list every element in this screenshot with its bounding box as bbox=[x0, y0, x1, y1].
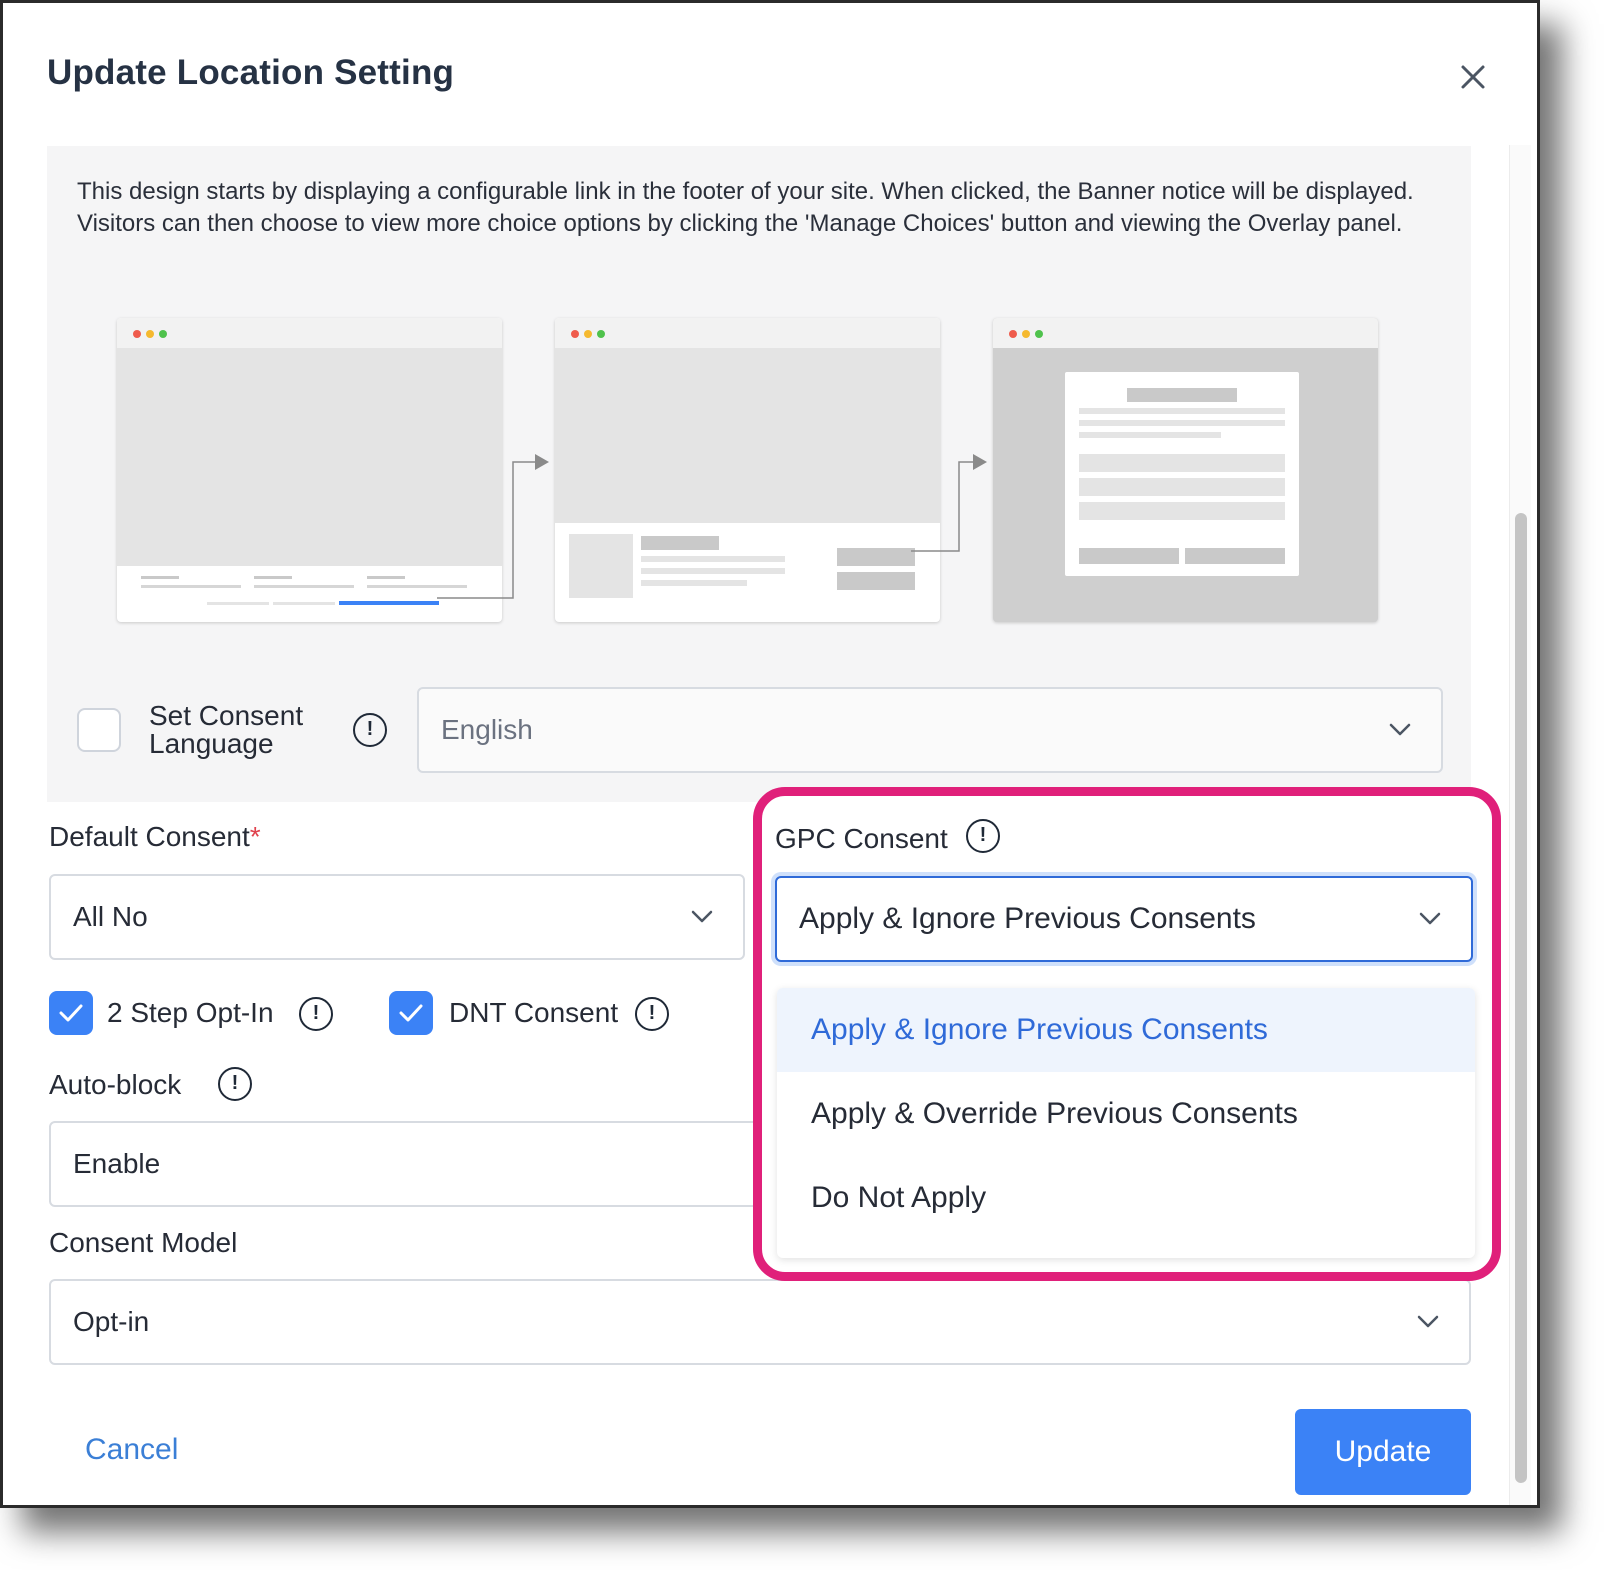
gpc-consent-value: Apply & Ignore Previous Consents bbox=[799, 902, 1256, 935]
chevron-down-icon bbox=[1389, 723, 1411, 736]
two-step-info-icon[interactable]: ! bbox=[299, 997, 333, 1031]
auto-block-label: Auto-block bbox=[49, 1069, 182, 1100]
auto-block-value: Enable bbox=[73, 1148, 161, 1179]
gpc-option-do-not-apply[interactable]: Do Not Apply bbox=[777, 1156, 1475, 1240]
checkmark-icon bbox=[59, 1004, 83, 1022]
consent-language-select[interactable]: English bbox=[417, 687, 1443, 773]
default-consent-select[interactable]: All No bbox=[49, 874, 745, 960]
required-mark: * bbox=[249, 821, 261, 852]
close-icon[interactable] bbox=[1451, 55, 1495, 99]
default-consent-label-text: Default Consent bbox=[49, 821, 250, 852]
consent-language-value: English bbox=[441, 714, 533, 745]
gpc-options-dropdown: Apply & Ignore Previous Consents Apply &… bbox=[777, 988, 1475, 1258]
cancel-button[interactable]: Cancel bbox=[85, 1433, 178, 1467]
gpc-info-icon[interactable]: ! bbox=[966, 819, 1000, 853]
two-step-opt-in-label: 2 Step Opt-In bbox=[107, 997, 274, 1028]
gpc-option-apply-override[interactable]: Apply & Override Previous Consents bbox=[777, 1072, 1475, 1156]
update-location-dialog: Update Location Setting This design star… bbox=[0, 0, 1540, 1508]
set-consent-language-label: Set Consent Language bbox=[149, 700, 304, 759]
set-consent-language-checkbox[interactable] bbox=[77, 708, 121, 752]
checkmark-icon bbox=[399, 1004, 423, 1022]
dnt-consent-label: DNT Consent bbox=[449, 997, 619, 1028]
chevron-down-icon bbox=[1419, 912, 1441, 925]
two-step-opt-in-checkbox[interactable] bbox=[49, 991, 93, 1035]
gpc-consent-select[interactable]: Apply & Ignore Previous Consents bbox=[775, 876, 1473, 962]
consent-model-select[interactable]: Opt-in bbox=[49, 1279, 1471, 1365]
default-consent-label: Default Consent* bbox=[49, 821, 261, 853]
consent-model-label: Consent Model bbox=[49, 1227, 238, 1258]
dnt-consent-checkbox[interactable] bbox=[389, 991, 433, 1035]
consent-language-info-icon[interactable]: ! bbox=[353, 713, 387, 747]
scrollbar-thumb[interactable] bbox=[1515, 513, 1527, 1483]
gpc-consent-label: GPC Consent bbox=[775, 823, 948, 854]
gpc-option-apply-ignore[interactable]: Apply & Ignore Previous Consents bbox=[777, 988, 1475, 1072]
dnt-info-icon[interactable]: ! bbox=[635, 997, 669, 1031]
update-button[interactable]: Update bbox=[1295, 1409, 1471, 1495]
default-consent-value: All No bbox=[73, 901, 148, 932]
auto-block-info-icon[interactable]: ! bbox=[218, 1067, 252, 1101]
dialog-title: Update Location Setting bbox=[47, 53, 455, 92]
chevron-down-icon bbox=[1417, 1315, 1439, 1328]
consent-model-value: Opt-in bbox=[73, 1306, 150, 1337]
chevron-down-icon bbox=[691, 910, 713, 923]
